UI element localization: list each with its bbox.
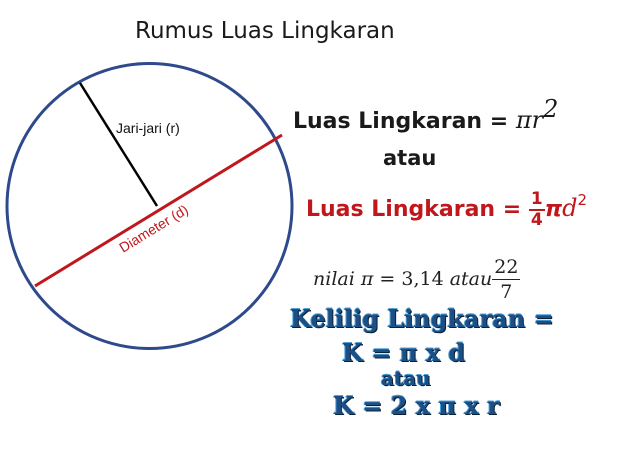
pi-symbol: π (360, 268, 374, 290)
circumference-or-separator: atau (381, 366, 431, 390)
equals-sign: = (379, 268, 396, 290)
circumference-formula-diameter: K = π x d (342, 338, 466, 367)
radius-label: Jari-jari (r) (116, 120, 180, 136)
equals-sign: = (502, 197, 522, 222)
formula-exponent: 2 (577, 191, 588, 209)
formula-exponent: 2 (543, 95, 559, 123)
radius-line (78, 82, 159, 207)
pi-fraction: 22 7 (492, 256, 521, 303)
pi-value-line: nilai π = 3,14 atau 22 7 (313, 256, 521, 303)
or-word: atau (449, 268, 493, 290)
fraction-denominator: 7 (500, 281, 513, 303)
fraction: 1 4 (528, 189, 545, 230)
formula-label: Luas Lingkaran (306, 197, 496, 222)
pi-symbol: π (544, 197, 563, 222)
pi-decimal-value: 3,14 (401, 268, 444, 290)
equals-sign: = (489, 109, 509, 134)
fraction-numerator: 1 (528, 189, 545, 211)
area-formula-radius: Luas Lingkaran = πr2 (293, 97, 558, 133)
formula-label: Luas Lingkaran (293, 109, 483, 134)
diameter-line (34, 133, 283, 288)
circumference-heading: Kelilig Lingkaran = (290, 304, 554, 333)
formula-diagram: Rumus Luas Lingkaran Jari-jari (r) Diame… (0, 0, 629, 450)
formula-expression: πr (515, 106, 544, 134)
diameter-variable: d (562, 194, 578, 222)
fraction-numerator: 22 (492, 256, 521, 280)
pi-prefix: nilai (313, 268, 355, 290)
circle-outline (5, 62, 294, 350)
circumference-formula-radius: K = 2 x π x r (333, 391, 500, 420)
fraction-denominator: 4 (530, 210, 543, 230)
area-formula-diameter: Luas Lingkaran = 1 4 πd2 (306, 191, 587, 229)
or-separator: atau (383, 146, 437, 170)
